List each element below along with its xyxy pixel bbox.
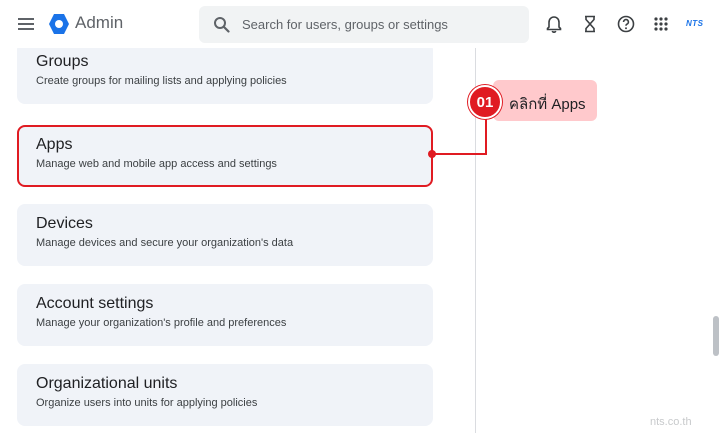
help-button[interactable] — [616, 14, 636, 34]
search-bar[interactable] — [199, 6, 529, 43]
card-description: Manage web and mobile app access and set… — [36, 158, 277, 170]
card-description: Organize users into units for applying p… — [36, 397, 258, 409]
card-devices[interactable]: Devices Manage devices and secure your o… — [17, 204, 433, 266]
card-account-settings[interactable]: Account settings Manage your organizatio… — [17, 284, 433, 346]
search-icon — [214, 17, 230, 33]
watermark: nts.co.th — [650, 416, 692, 428]
search-input[interactable] — [242, 14, 522, 35]
apps-grid-icon — [654, 17, 668, 31]
card-groups[interactable]: Groups Create groups for mailing lists a… — [17, 48, 433, 104]
card-apps[interactable]: Apps Manage web and mobile app access an… — [17, 125, 433, 187]
notifications-button[interactable] — [544, 14, 564, 34]
card-title: Account settings — [36, 295, 154, 312]
hourglass-icon — [585, 15, 595, 33]
admin-logo-icon[interactable] — [48, 13, 70, 35]
card-title: Apps — [36, 136, 73, 153]
card-description: Manage your organization's profile and p… — [36, 317, 287, 329]
card-description: Create groups for mailing lists and appl… — [36, 75, 287, 87]
card-title: Groups — [36, 53, 89, 70]
main-menu-button[interactable] — [14, 12, 38, 36]
brand-logo[interactable]: NTS — [686, 19, 704, 28]
card-title: Devices — [36, 215, 93, 232]
bell-icon — [546, 16, 562, 33]
step-badge: 01 — [468, 85, 502, 119]
card-organizational-units[interactable]: Organizational units Organize users into… — [17, 364, 433, 426]
scrollbar-thumb[interactable] — [713, 316, 719, 356]
help-icon — [617, 15, 635, 33]
callout-connector — [432, 153, 487, 155]
tasks-button[interactable] — [580, 14, 600, 34]
callout-connector — [485, 116, 487, 155]
callout-anchor-dot — [428, 150, 436, 158]
settings-list: Groups Create groups for mailing lists a… — [0, 48, 476, 433]
apps-launcher-button[interactable] — [651, 14, 671, 34]
menu-icon — [18, 18, 34, 30]
app-name[interactable]: Admin — [75, 13, 123, 33]
card-title: Organizational units — [36, 375, 178, 392]
callout-text: คลิกที่ Apps — [509, 96, 586, 113]
card-description: Manage devices and secure your organizat… — [36, 237, 294, 249]
top-bar: Admin NTS — [0, 0, 720, 48]
